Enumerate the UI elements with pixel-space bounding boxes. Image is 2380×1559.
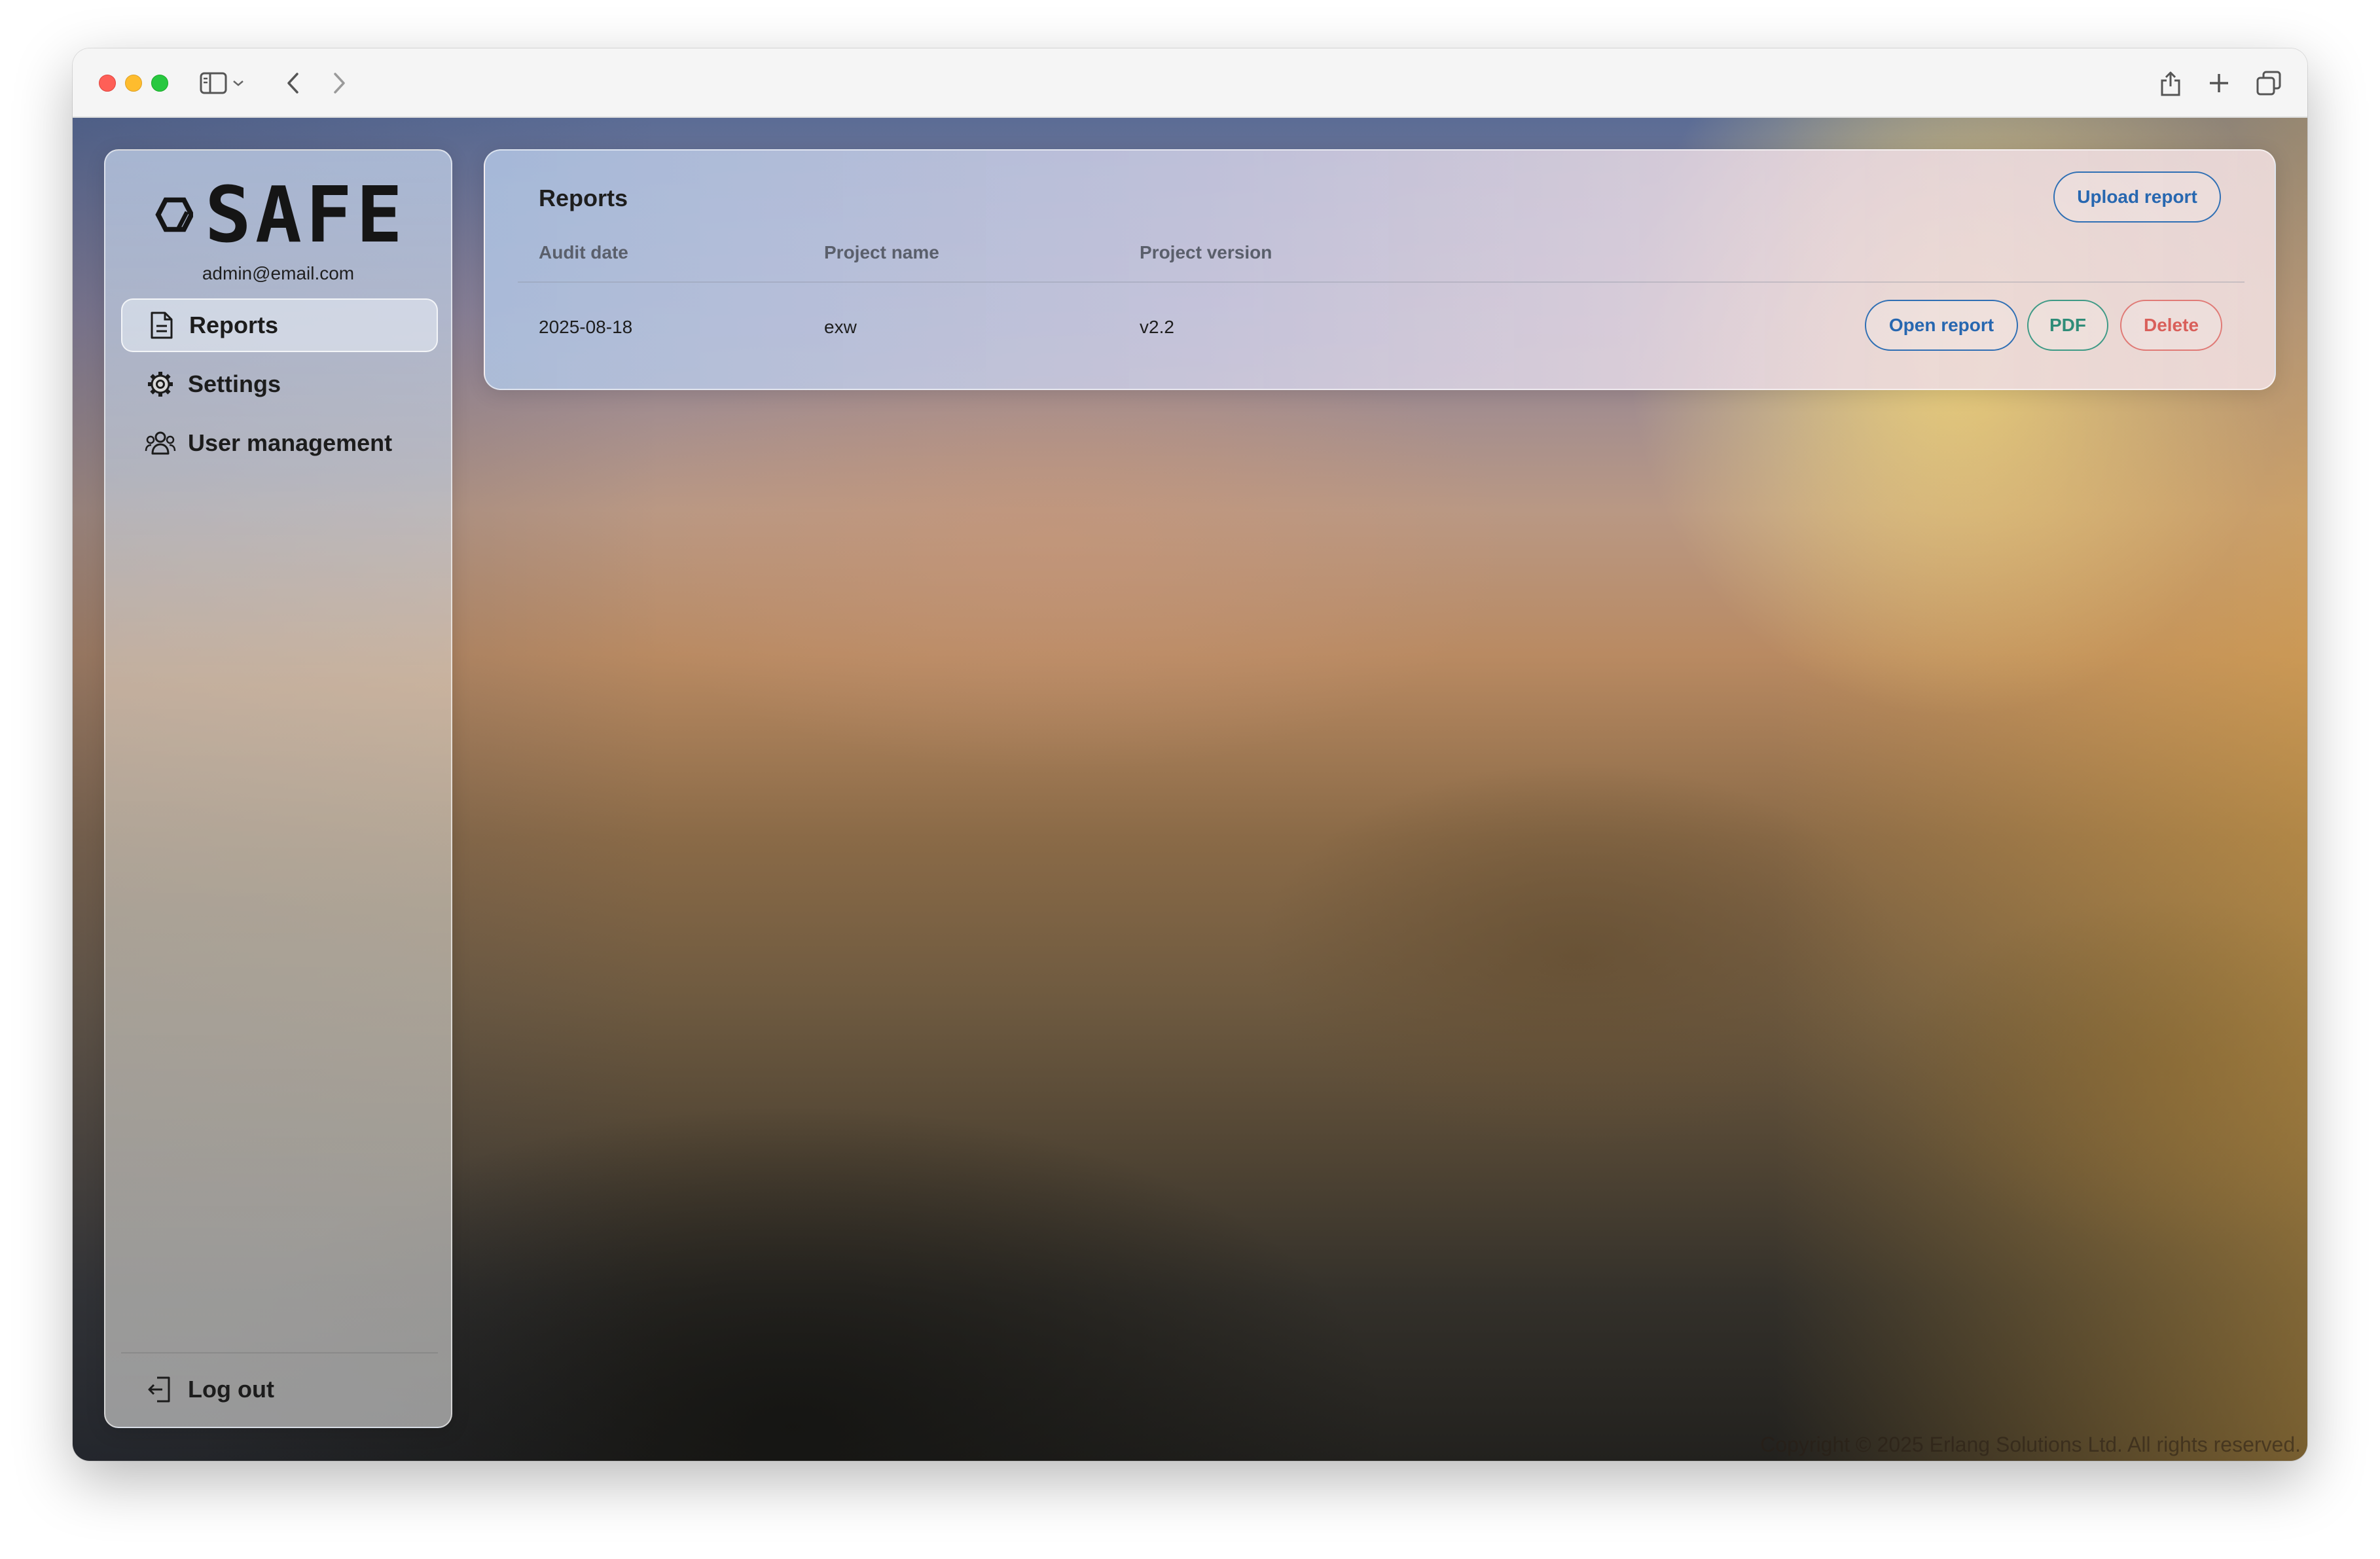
users-icon <box>145 427 176 459</box>
new-tab-icon[interactable] <box>2201 65 2237 101</box>
sidebar-item-label: Settings <box>188 370 281 397</box>
tabs-overview-icon[interactable] <box>2251 65 2286 101</box>
user-email: admin@email.com <box>202 263 355 283</box>
column-header-project-version: Project version <box>1140 242 1272 262</box>
browser-toolbar <box>73 48 2307 118</box>
forward-icon[interactable] <box>321 65 357 101</box>
column-header-project-name: Project name <box>824 242 939 262</box>
open-report-button[interactable]: Open report <box>1865 300 2018 351</box>
column-header-audit-date: Audit date <box>539 242 628 262</box>
cell-audit-date: 2025-08-18 <box>539 317 633 337</box>
delete-button[interactable]: Delete <box>2120 300 2222 351</box>
close-window-button[interactable] <box>99 75 116 92</box>
sidebar-divider <box>121 1352 438 1353</box>
app-viewport: SAFE admin@email.com Reports Settings Us… <box>73 118 2307 1461</box>
chevron-down-icon[interactable] <box>227 65 249 101</box>
logo-wordmark: SAFE <box>204 170 406 260</box>
table-header-divider <box>518 281 2245 283</box>
cell-project-name: exw <box>824 317 857 337</box>
page-title: Reports <box>539 185 628 211</box>
gear-icon <box>145 368 176 400</box>
document-icon <box>146 310 177 341</box>
sidebar-item-settings[interactable]: Settings <box>121 357 438 411</box>
cell-project-version: v2.2 <box>1140 317 1174 337</box>
sidebar-item-label: User management <box>188 429 393 456</box>
sidebar: SAFE admin@email.com Reports Settings Us… <box>104 149 452 1428</box>
back-icon[interactable] <box>276 65 311 101</box>
hexagon-logo-icon <box>155 197 193 232</box>
logout-icon <box>145 1374 176 1405</box>
zoom-window-button[interactable] <box>151 75 168 92</box>
reports-card: Reports Upload report Audit date Project… <box>484 149 2276 390</box>
share-icon[interactable] <box>2153 65 2188 101</box>
logout-label: Log out <box>188 1376 274 1403</box>
pdf-button[interactable]: PDF <box>2027 300 2108 351</box>
logout-button[interactable]: Log out <box>121 1363 438 1416</box>
sidebar-item-label: Reports <box>189 312 279 338</box>
sidebar-item-user-management[interactable]: User management <box>121 416 438 470</box>
browser-window: SAFE admin@email.com Reports Settings Us… <box>73 48 2307 1461</box>
minimize-window-button[interactable] <box>125 75 142 92</box>
sidebar-toggle-icon[interactable] <box>196 65 231 101</box>
copyright-footer: Copyright © 2025 Erlang Solutions Ltd. A… <box>1760 1433 2301 1456</box>
upload-report-button[interactable]: Upload report <box>2053 171 2221 223</box>
sidebar-item-reports[interactable]: Reports <box>121 298 438 352</box>
safe-logo: SAFE <box>155 170 406 260</box>
